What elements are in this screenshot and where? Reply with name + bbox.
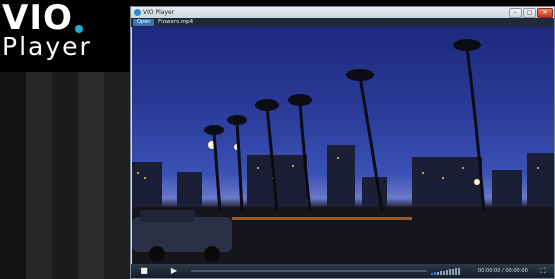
toolbar: Open Flowers.mp4 — [131, 18, 554, 27]
logo-dot — [75, 25, 83, 33]
title-bar[interactable]: VIO Player – ▢ ✕ — [131, 7, 554, 18]
stripe — [26, 72, 52, 279]
volume-bar — [431, 273, 433, 275]
volume-bar — [455, 268, 457, 275]
maximize-button[interactable]: ▢ — [523, 8, 536, 18]
volume-bar — [434, 272, 436, 275]
player-window: VIO Player – ▢ ✕ Open Flowers.mp4 ■ ▶ 00… — [130, 6, 555, 279]
window-controls: – ▢ ✕ — [509, 8, 553, 18]
skyline — [132, 145, 554, 207]
seek-bar[interactable] — [191, 270, 427, 272]
fullscreen-icon[interactable]: ⛶ — [536, 266, 550, 276]
stripe — [0, 72, 26, 279]
file-name: Flowers.mp4 — [158, 19, 194, 25]
brand-panel: VIO Player — [0, 0, 130, 279]
logo-word-player: Player — [2, 32, 92, 61]
volume-bar — [449, 269, 451, 275]
window-title: VIO Player — [143, 9, 175, 16]
stop-icon[interactable]: ■ — [137, 266, 151, 276]
close-button[interactable]: ✕ — [537, 8, 553, 18]
player-icon — [134, 9, 141, 16]
stripe — [52, 72, 78, 279]
stripe — [78, 72, 104, 279]
open-button[interactable]: Open — [133, 19, 155, 26]
play-icon[interactable]: ▶ — [167, 266, 181, 276]
decorative-stripes — [0, 72, 130, 279]
palm-fronds — [204, 39, 481, 135]
time-display: 00:00:00 / 00:00:00 — [478, 268, 528, 274]
volume-bar — [446, 270, 448, 275]
volume-bar — [440, 271, 442, 275]
minimize-button[interactable]: – — [509, 8, 522, 18]
volume-slider[interactable] — [431, 267, 469, 275]
volume-bar — [452, 268, 454, 275]
video-area[interactable] — [132, 27, 554, 265]
volume-bar — [458, 267, 460, 275]
playback-controls: ■ ▶ 00:00:00 / 00:00:00 ⛶ — [131, 264, 554, 278]
video-frame — [132, 39, 554, 265]
volume-bar — [443, 270, 445, 275]
volume-bar — [437, 271, 439, 275]
app-logo: VIO Player — [2, 0, 92, 60]
light-streak — [232, 217, 412, 220]
stripe — [104, 72, 130, 279]
